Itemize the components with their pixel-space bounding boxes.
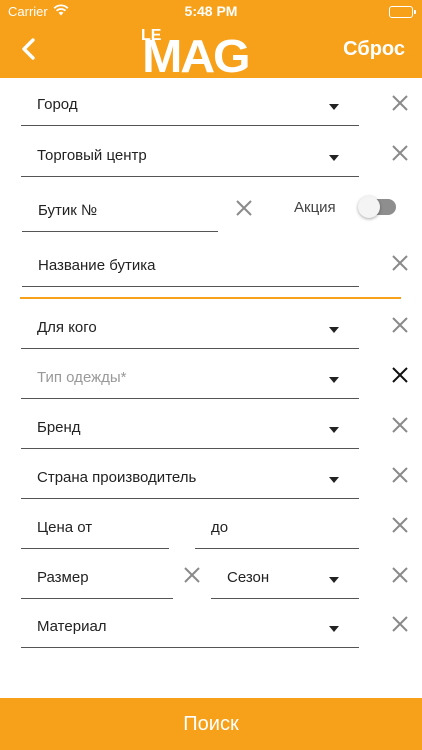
price-to-input[interactable]: до <box>195 513 359 549</box>
clear-mall-icon[interactable] <box>390 143 410 163</box>
clear-for-whom-icon[interactable] <box>390 315 410 335</box>
caret-down-icon <box>329 477 339 483</box>
caret-down-icon <box>329 427 339 433</box>
for-whom-label: Для кого <box>37 319 97 336</box>
clear-price-icon[interactable] <box>390 515 410 535</box>
season-select[interactable]: Сезон <box>211 563 359 599</box>
promo-toggle[interactable] <box>358 196 396 218</box>
boutique-number-label: Бутик № <box>38 202 98 219</box>
app-header: Carrier 5:48 PM LE MAG Сброс <box>0 0 422 82</box>
country-label: Страна производитель <box>37 469 197 486</box>
material-select[interactable]: Материал <box>21 612 359 648</box>
promo-toggle-knob <box>358 196 380 218</box>
svg-text:MAG: MAG <box>142 30 248 78</box>
section-divider <box>20 297 401 299</box>
caret-down-icon <box>329 104 339 110</box>
battery-icon <box>389 6 416 18</box>
reset-button[interactable]: Сброс <box>343 38 405 61</box>
material-label: Материал <box>37 618 107 635</box>
country-select[interactable]: Страна производитель <box>21 463 359 499</box>
clear-clothing-type-icon[interactable] <box>390 365 410 385</box>
boutique-number-input[interactable]: Бутик № <box>22 196 218 232</box>
clear-season-icon[interactable] <box>390 565 410 585</box>
clothing-type-select[interactable]: Тип одежды* <box>21 363 359 399</box>
status-time: 5:48 PM <box>184 3 238 19</box>
mall-label: Торговый центр <box>37 147 147 164</box>
clear-country-icon[interactable] <box>390 465 410 485</box>
city-label: Город <box>37 96 78 113</box>
for-whom-select[interactable]: Для кого <box>21 313 359 349</box>
mall-select[interactable]: Торговый центр <box>21 141 359 177</box>
boutique-name-label: Название бутика <box>38 257 156 274</box>
city-select[interactable]: Город <box>21 90 359 126</box>
boutique-name-input[interactable]: Название бутика <box>22 251 359 287</box>
clear-boutique-name-icon[interactable] <box>390 253 410 273</box>
caret-down-icon <box>329 577 339 583</box>
clear-material-icon[interactable] <box>390 614 410 634</box>
price-from-input[interactable]: Цена от <box>21 513 169 549</box>
clear-size-icon[interactable] <box>182 565 202 585</box>
clothing-type-placeholder: Тип одежды* <box>37 369 127 386</box>
search-button[interactable]: Поиск <box>0 698 422 750</box>
brand-label: Бренд <box>37 419 81 436</box>
back-chevron-icon[interactable] <box>16 36 42 62</box>
size-input[interactable]: Размер <box>21 563 173 599</box>
clear-boutique-number-icon[interactable] <box>234 198 254 218</box>
lemag-logo: LE MAG <box>140 20 290 82</box>
clear-city-icon[interactable] <box>390 93 410 113</box>
brand-select[interactable]: Бренд <box>21 413 359 449</box>
price-to-label: до <box>211 519 229 536</box>
size-label: Размер <box>37 569 89 586</box>
status-bar: Carrier 5:48 PM <box>0 2 422 22</box>
caret-down-icon <box>329 327 339 333</box>
season-label: Сезон <box>227 569 270 586</box>
clear-brand-icon[interactable] <box>390 415 410 435</box>
caret-down-icon <box>329 377 339 383</box>
promo-label: Акция <box>294 199 336 216</box>
caret-down-icon <box>329 155 339 161</box>
price-from-label: Цена от <box>37 519 93 536</box>
caret-down-icon <box>329 626 339 632</box>
